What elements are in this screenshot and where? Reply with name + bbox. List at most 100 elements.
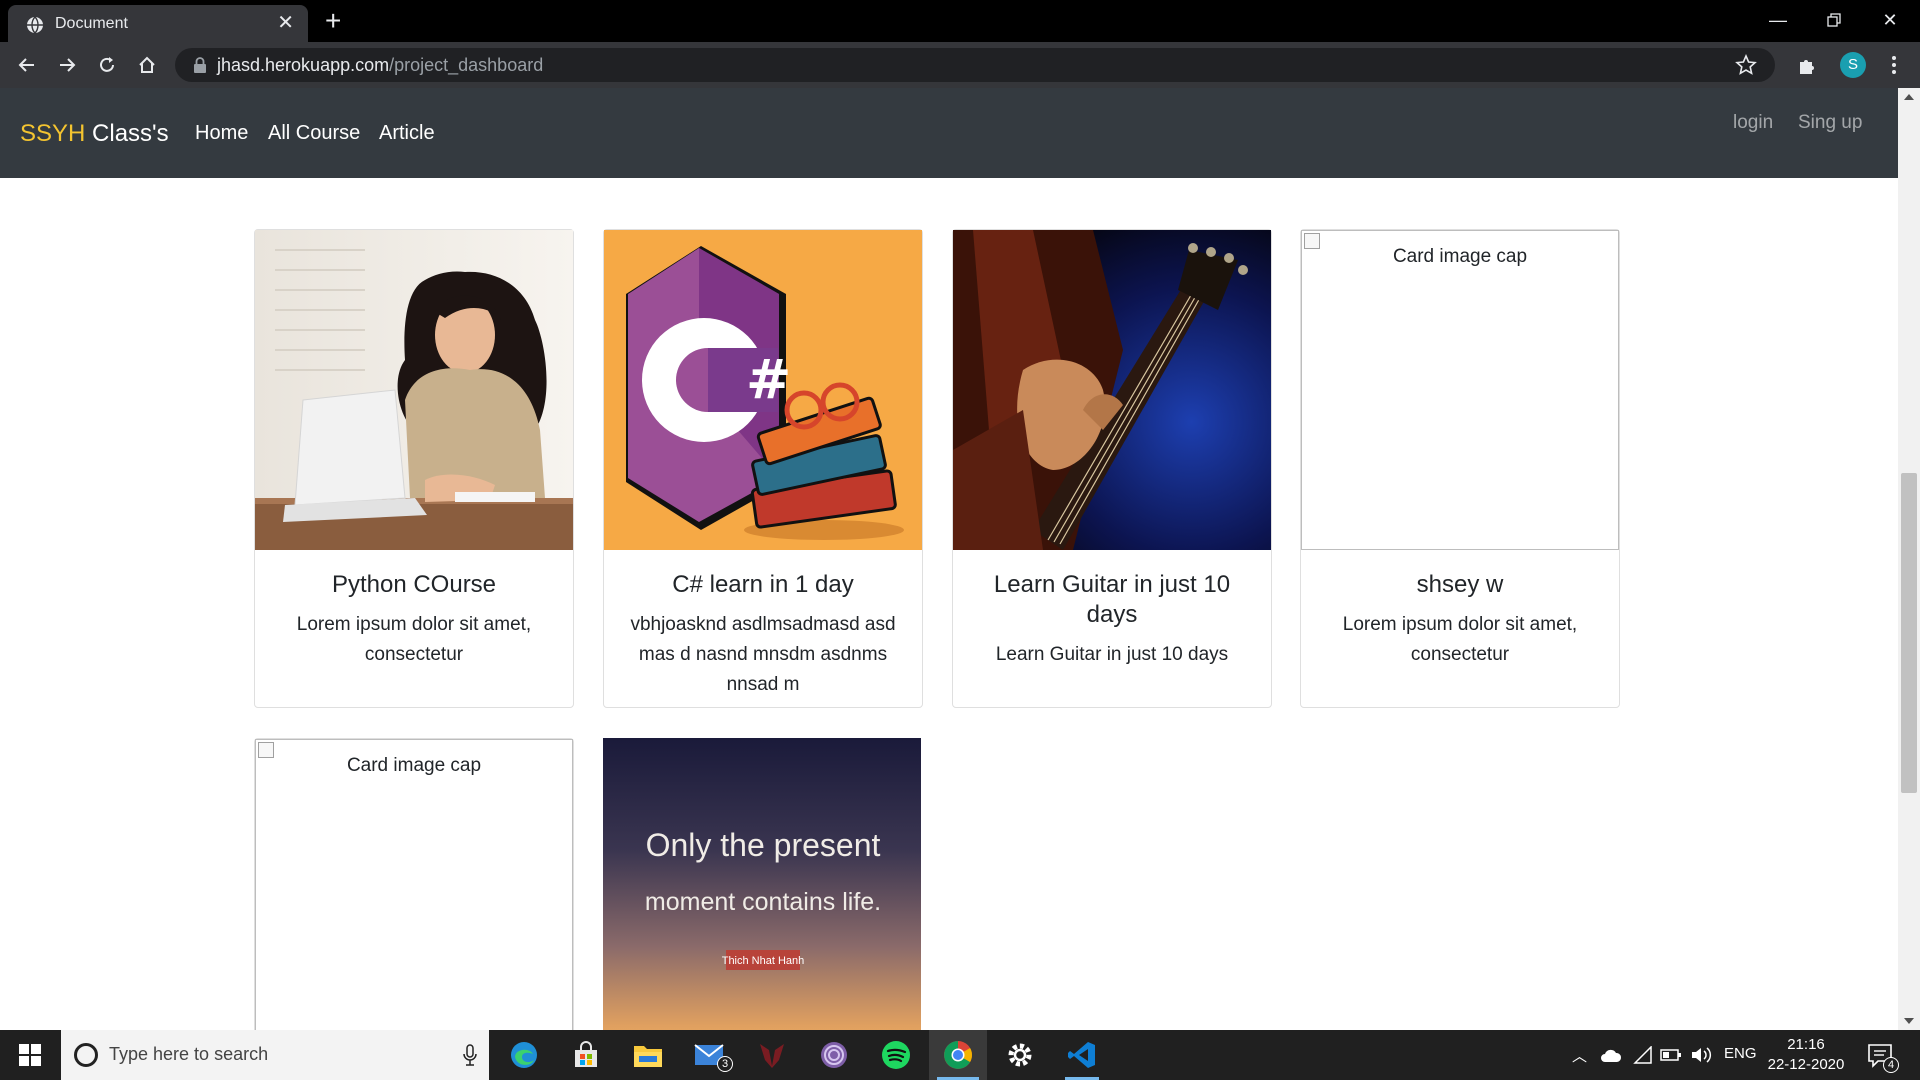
card-text: Lorem ipsum dolor sit amet, consectetur [1342,614,1578,665]
taskbar-file-explorer[interactable] [619,1030,677,1080]
taskbar-game-app[interactable] [743,1030,801,1080]
taskbar-mail[interactable]: 3 [681,1030,739,1080]
forward-button[interactable] [52,51,82,79]
card-image: # [604,230,922,550]
clock-date: 22-12-2020 [1767,1056,1845,1073]
start-button[interactable] [0,1030,60,1080]
brand-rest: Class's [85,120,169,147]
card-body: Python COurse Lorem ipsum dolor sit amet… [255,550,573,670]
taskbar-settings[interactable] [991,1030,1049,1080]
nav-link-home[interactable]: Home [195,122,248,145]
woman-laptop-photo [255,230,573,550]
quote-line-1: Only the present [646,827,881,863]
restore-button[interactable] [1814,6,1854,34]
course-card[interactable]: Card image cap shsey w Lorem ipsum dolor… [1300,229,1620,708]
show-hidden-icons[interactable]: ︿ [1572,1045,1587,1066]
card-text: Learn Guitar in just 10 days [995,644,1229,665]
tor-onion-icon [821,1042,847,1068]
csharp-logo-books: # [604,230,922,550]
url-path: /project_dashboard [389,55,544,75]
url-host: jhasd.herokuapp.com [217,55,390,75]
globe-icon [27,16,43,34]
card-title: C# learn in 1 day [672,571,854,598]
folder-icon [634,1046,662,1067]
guitar-photo [953,230,1271,550]
scroll-up-icon[interactable] [1904,94,1914,100]
new-tab-button[interactable]: + [325,7,341,35]
card-text: Lorem ipsum dolor sit amet, consectetur [296,614,532,665]
reload-button[interactable] [92,51,122,79]
extensions-puzzle-icon[interactable] [1797,54,1819,76]
more-vert-icon[interactable] [1884,53,1904,77]
taskbar-clock[interactable]: 21:16 22-12-2020 [1766,1035,1846,1075]
windows-logo-icon [19,1044,41,1066]
onedrive-cloud-icon[interactable] [1600,1046,1622,1064]
edge-icon [511,1042,537,1068]
card-title: shsey w [1416,571,1504,598]
taskbar-edge[interactable] [495,1030,553,1080]
scroll-down-icon[interactable] [1904,1018,1914,1024]
svg-text:#: # [746,348,791,411]
signup-link[interactable]: Sing up [1798,112,1862,134]
quote-line-2: moment contains life. [645,888,881,916]
arrow-right-icon [60,58,76,72]
taskbar-vscode[interactable] [1053,1030,1111,1080]
card-image: Only the present moment contains life. T… [603,738,921,1030]
home-icon [139,56,155,73]
cortana-icon [74,1043,98,1067]
nav-link-all-course[interactable]: All Course [268,122,360,145]
scrollbar-thumb[interactable] [1901,473,1917,793]
home-button[interactable] [132,51,162,79]
back-button[interactable] [12,51,42,79]
course-card[interactable]: Card image cap [254,738,574,1030]
predator-logo-icon [760,1044,784,1068]
card-image-broken: Card image cap [255,739,573,1030]
windows-taskbar: Type here to search 3 ︿ ENG 21:16 22-12-… [0,1030,1920,1080]
brand-accent: SSYH [20,120,86,147]
language-indicator[interactable]: ENG [1724,1045,1757,1062]
address-bar[interactable]: jhasd.herokuapp.com/project_dashboard [175,48,1775,82]
quote-sunset-image: Only the present moment contains life. T… [603,738,921,1030]
course-card[interactable]: Learn Guitar in just 10 days Learn Guita… [952,229,1272,708]
taskbar-search-box[interactable]: Type here to search [61,1030,489,1080]
profile-avatar[interactable]: S [1840,52,1866,78]
microphone-icon[interactable] [463,1044,477,1066]
browser-tab-strip: Document ✕ + — ✕ [0,0,1920,42]
restore-icon [1827,13,1841,27]
login-link[interactable]: login [1733,112,1773,134]
reload-icon [100,57,114,72]
spotify-icon [882,1041,910,1069]
taskbar-store[interactable] [557,1030,615,1080]
card-image [953,230,1271,550]
bookmark-star-icon[interactable] [1735,54,1757,76]
close-tab-icon[interactable]: ✕ [277,13,294,33]
card-body: shsey w Lorem ipsum dolor sit amet, cons… [1301,550,1619,670]
gear-icon [1008,1043,1032,1067]
course-card[interactable]: Python COurse Lorem ipsum dolor sit amet… [254,229,574,708]
close-window-button[interactable]: ✕ [1870,6,1910,34]
mail-badge: 3 [717,1056,733,1072]
arrow-left-icon [18,58,34,72]
quote-author: Thich Nhat Hanh [722,955,805,967]
volume-icon[interactable] [1690,1046,1712,1064]
course-card[interactable]: # C# learn in 1 day vbhjoasknd asdlmsadm… [603,229,923,708]
network-icon[interactable] [1633,1046,1653,1064]
browser-tab[interactable]: Document ✕ [8,5,308,42]
card-body: Learn Guitar in just 10 days Learn Guita… [953,550,1271,670]
taskbar-spotify[interactable] [867,1030,925,1080]
site-brand[interactable]: SSYH Class's [20,120,169,148]
browser-toolbar: jhasd.herokuapp.com/project_dashboard S [0,42,1920,88]
battery-icon[interactable] [1660,1048,1682,1062]
chrome-icon [944,1041,972,1069]
nav-link-article[interactable]: Article [379,122,435,145]
minimize-button[interactable]: — [1758,6,1798,34]
taskbar-chrome[interactable] [929,1030,987,1080]
page-viewport: SSYH Class's Home All Course Article log… [0,88,1898,1030]
course-card[interactable]: Only the present moment contains life. T… [603,738,923,1030]
page-scrollbar[interactable] [1898,88,1920,1030]
taskbar-tor-browser[interactable] [805,1030,863,1080]
site-navbar: SSYH Class's Home All Course Article log… [0,88,1898,178]
clock-time: 21:16 [1787,1036,1825,1053]
image-alt-text: Card image cap [1392,246,1528,267]
vscode-icon [1068,1042,1095,1068]
